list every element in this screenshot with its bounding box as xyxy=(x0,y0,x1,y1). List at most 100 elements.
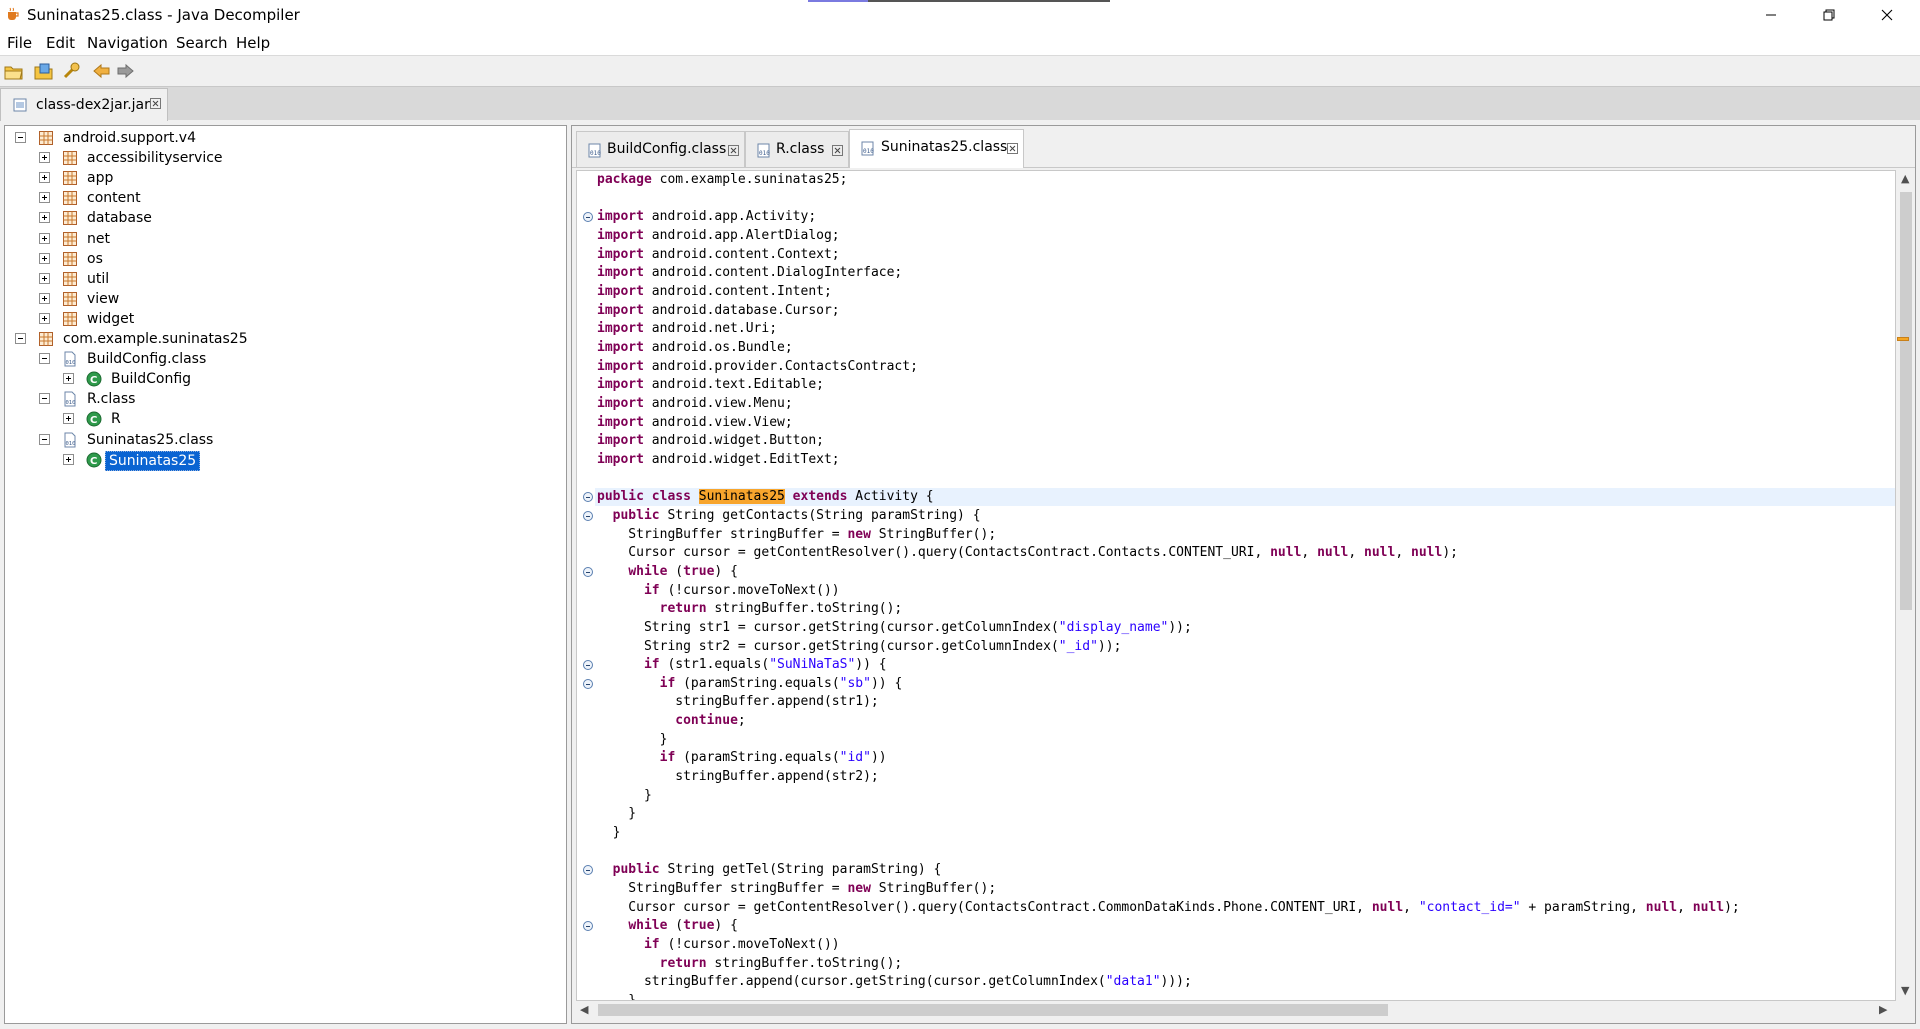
open-type-hierarchy-icon[interactable] xyxy=(61,61,83,82)
tree-node[interactable]: CR xyxy=(5,409,560,429)
menu-help[interactable]: Help xyxy=(236,34,270,52)
forward-arrow-icon[interactable] xyxy=(114,61,136,82)
tree-node[interactable]: accessibilityservice xyxy=(5,148,560,168)
expand-icon[interactable] xyxy=(39,272,50,284)
code-line: while (true) { xyxy=(597,563,738,582)
close-tab-icon[interactable] xyxy=(832,145,843,156)
tree-node[interactable]: 010 R.class xyxy=(5,389,560,409)
code-text: android.app.Activity; xyxy=(643,209,817,225)
editor-tab-strip: 010 BuildConfig.class 010 R.class 010 Su… xyxy=(572,126,1915,168)
code-highlighted-identifier: Suninatas25 xyxy=(698,489,785,505)
fold-collapse-icon[interactable] xyxy=(583,510,593,521)
tree-node[interactable]: database xyxy=(5,208,560,228)
code-line: public String getTel(String paramString)… xyxy=(597,861,942,880)
open-file-icon[interactable] xyxy=(3,61,25,82)
tab-class-dex2jar[interactable]: class-dex2jar.jar xyxy=(0,88,168,121)
menu-search[interactable]: Search xyxy=(176,34,228,52)
code-text: } xyxy=(597,731,668,747)
tree-node[interactable]: C Suninatas25 xyxy=(5,450,560,471)
expand-icon[interactable] xyxy=(63,453,74,465)
close-tab-icon[interactable] xyxy=(728,145,739,156)
tab-buildconfig-class[interactable]: 010 BuildConfig.class xyxy=(576,131,745,167)
code-text: , xyxy=(1403,899,1419,915)
restore-button[interactable] xyxy=(1800,0,1858,30)
menu-file[interactable]: File xyxy=(7,34,32,52)
tree-node[interactable]: content xyxy=(5,188,560,208)
tree-node[interactable]: 010 BuildConfig.class xyxy=(5,349,560,369)
code-text: stringBuffer.toString(); xyxy=(706,601,903,617)
fold-collapse-icon[interactable] xyxy=(583,678,593,689)
expand-icon[interactable] xyxy=(39,192,50,204)
expand-icon[interactable] xyxy=(39,292,50,304)
menu-bar: File Edit Navigation Search Help xyxy=(0,30,1920,55)
scroll-right-icon[interactable]: ▶ xyxy=(1879,1003,1887,1016)
tree-node[interactable]: C BuildConfig xyxy=(5,369,560,389)
code-line: return stringBuffer.toString(); xyxy=(597,955,903,974)
menu-edit[interactable]: Edit xyxy=(46,34,75,52)
tree-node-label: BuildConfig xyxy=(111,371,192,388)
expand-icon[interactable] xyxy=(39,312,50,324)
collapse-icon[interactable] xyxy=(15,132,26,143)
close-tab-icon[interactable] xyxy=(1007,143,1018,154)
close-button[interactable] xyxy=(1858,0,1916,30)
tab-suninatas25-class[interactable]: 010 Suninatas25.class xyxy=(849,129,1024,168)
code-keyword: null xyxy=(1270,545,1302,561)
scroll-left-icon[interactable]: ◀ xyxy=(580,1003,588,1016)
tree-node[interactable]: com.example.suninatas25 xyxy=(5,329,560,349)
menu-navigation[interactable]: Navigation xyxy=(87,34,168,52)
code-keyword: continue xyxy=(675,713,738,729)
expand-icon[interactable] xyxy=(39,152,50,164)
collapse-icon[interactable] xyxy=(39,433,50,445)
code-line: return stringBuffer.toString(); xyxy=(597,600,903,619)
expand-icon[interactable] xyxy=(39,232,50,244)
minimize-button[interactable] xyxy=(1742,0,1800,30)
expand-icon[interactable] xyxy=(39,172,50,184)
code-line: import android.content.Intent; xyxy=(597,283,832,302)
scroll-up-icon[interactable]: ▲ xyxy=(1901,172,1909,185)
code-keyword: if xyxy=(659,750,676,766)
vertical-scroll-thumb[interactable] xyxy=(1900,192,1912,610)
horizontal-scrollbar[interactable]: ◀ ▶ xyxy=(576,1001,1897,1019)
tree-node[interactable]: android.support.v4 xyxy=(5,128,560,148)
tree-node[interactable]: util xyxy=(5,269,560,289)
fold-collapse-icon[interactable] xyxy=(583,566,593,577)
tree-node[interactable]: app xyxy=(5,168,560,188)
expand-icon[interactable] xyxy=(39,212,50,224)
collapse-icon[interactable] xyxy=(39,393,50,405)
vertical-scrollbar[interactable]: ▲ ▼ xyxy=(1897,170,1915,1001)
collapse-icon[interactable] xyxy=(39,353,50,365)
code-keyword: if xyxy=(659,675,676,691)
overview-ruler-marker[interactable] xyxy=(1897,337,1909,341)
code-text: ( xyxy=(667,918,684,934)
panel-splitter[interactable] xyxy=(567,125,570,1024)
back-arrow-icon[interactable] xyxy=(91,61,113,82)
svg-text:010: 010 xyxy=(759,150,770,157)
tree-node[interactable]: os xyxy=(5,249,560,269)
code-text: android.content.Context; xyxy=(643,246,840,262)
open-type-icon[interactable] xyxy=(33,61,55,82)
toolbar xyxy=(0,55,1920,86)
collapse-icon[interactable] xyxy=(15,333,26,344)
expand-icon[interactable] xyxy=(39,252,50,264)
fold-gutter xyxy=(577,171,595,1000)
close-tab-icon[interactable] xyxy=(150,98,161,109)
expand-icon[interactable] xyxy=(63,373,74,385)
expand-icon[interactable] xyxy=(63,413,74,425)
tab-r-class[interactable]: 010 R.class xyxy=(745,131,849,167)
code-text: Activity { xyxy=(847,489,934,505)
code-keyword: while xyxy=(628,918,668,934)
code-line: } xyxy=(597,824,621,843)
code-text: String getTel(String paramString) { xyxy=(659,862,942,878)
scroll-down-icon[interactable]: ▼ xyxy=(1901,984,1909,997)
source-code-view[interactable]: package com.example.suninatas25; import a… xyxy=(576,170,1896,1001)
horizontal-scroll-thumb[interactable] xyxy=(598,1004,1388,1016)
tree-node[interactable]: 010 Suninatas25.class xyxy=(5,430,560,450)
code-text: , xyxy=(1395,545,1411,561)
tree-node[interactable]: net xyxy=(5,229,560,249)
code-string: "contact_id=" xyxy=(1418,899,1521,915)
code-keyword: null xyxy=(1364,545,1396,561)
tree-node[interactable]: widget xyxy=(5,309,560,329)
tree-node[interactable]: view xyxy=(5,289,560,309)
